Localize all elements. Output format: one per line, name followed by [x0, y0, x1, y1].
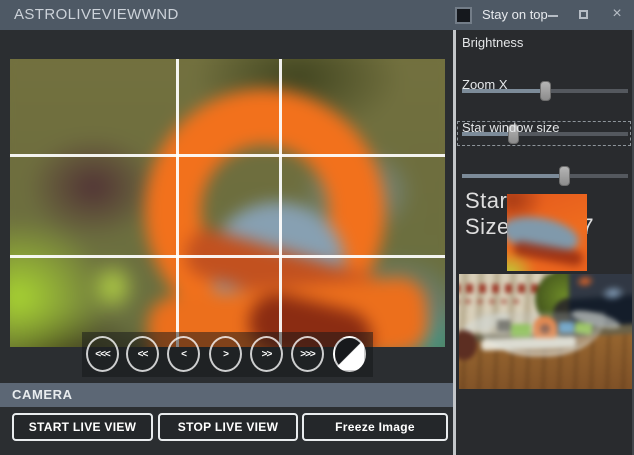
window-title: ASTROLIVEVIEWWND	[14, 0, 179, 30]
star-window-size-slider[interactable]	[462, 166, 628, 186]
preview-photo	[459, 274, 632, 389]
camera-section-header: CAMERA	[0, 383, 453, 407]
star-window-size-slider-handle[interactable]	[559, 166, 570, 186]
nav-forward-button[interactable]: >>	[250, 336, 283, 372]
freeze-image-button[interactable]: Freeze Image	[302, 413, 448, 441]
nav-fast-rewind-button[interactable]: <<<	[86, 336, 119, 372]
liveview-image[interactable]	[10, 59, 445, 347]
nav-rewind-button[interactable]: <<	[126, 336, 159, 372]
grid-horizontal-line-2	[10, 255, 445, 258]
minimize-icon	[548, 15, 558, 17]
maximize-icon	[579, 10, 588, 19]
star-window-size-label: Star window size	[462, 120, 560, 135]
stay-on-top-checkbox[interactable]	[455, 7, 472, 24]
full-frame-preview	[459, 274, 632, 389]
brightness-slider-handle[interactable]	[540, 81, 551, 101]
maximize-button[interactable]	[571, 0, 595, 30]
astro-liveview-window: ASTROLIVEVIEWWND Stay on top × <<< << <	[0, 0, 634, 455]
settings-panel: Brightness Zoom X Star window size Star …	[456, 30, 634, 455]
star-window-crop	[507, 194, 587, 271]
titlebar[interactable]: ASTROLIVEVIEWWND Stay on top ×	[0, 0, 634, 30]
grid-horizontal-line-1	[10, 154, 445, 157]
preview-curtain-pattern	[459, 284, 541, 293]
grid-vertical-line-1	[176, 59, 179, 347]
start-live-view-button[interactable]: START LIVE VIEW	[12, 413, 153, 441]
liveview-area: <<< << < > >> >>> CAMERA START LIVE VIEW…	[0, 30, 453, 455]
preview-curtain-pattern-2	[459, 299, 523, 304]
grid-vertical-line-2	[279, 59, 282, 347]
nav-step-forward-button[interactable]: >	[209, 336, 242, 372]
star-window-size-slider-track[interactable]	[462, 174, 628, 178]
nav-step-back-button[interactable]: <	[167, 336, 200, 372]
stop-live-view-button[interactable]: STOP LIVE VIEW	[158, 413, 298, 441]
star-size-label: Star Size	[465, 188, 510, 239]
brightness-label: Brightness	[462, 35, 523, 50]
star-window-size-slider-fill	[462, 174, 565, 178]
stay-on-top-label: Stay on top	[482, 0, 548, 30]
nav-button-strip: <<< << < > >> >>>	[82, 332, 373, 377]
star-window-thumbnail	[507, 194, 587, 271]
nav-fast-forward-button[interactable]: >>>	[291, 336, 324, 372]
close-button[interactable]: ×	[604, 0, 630, 30]
liveview-photo-blur	[10, 59, 445, 347]
contrast-toggle-icon[interactable]	[333, 336, 366, 372]
minimize-button[interactable]	[541, 0, 565, 30]
zoom-x-label: Zoom X	[462, 77, 508, 92]
